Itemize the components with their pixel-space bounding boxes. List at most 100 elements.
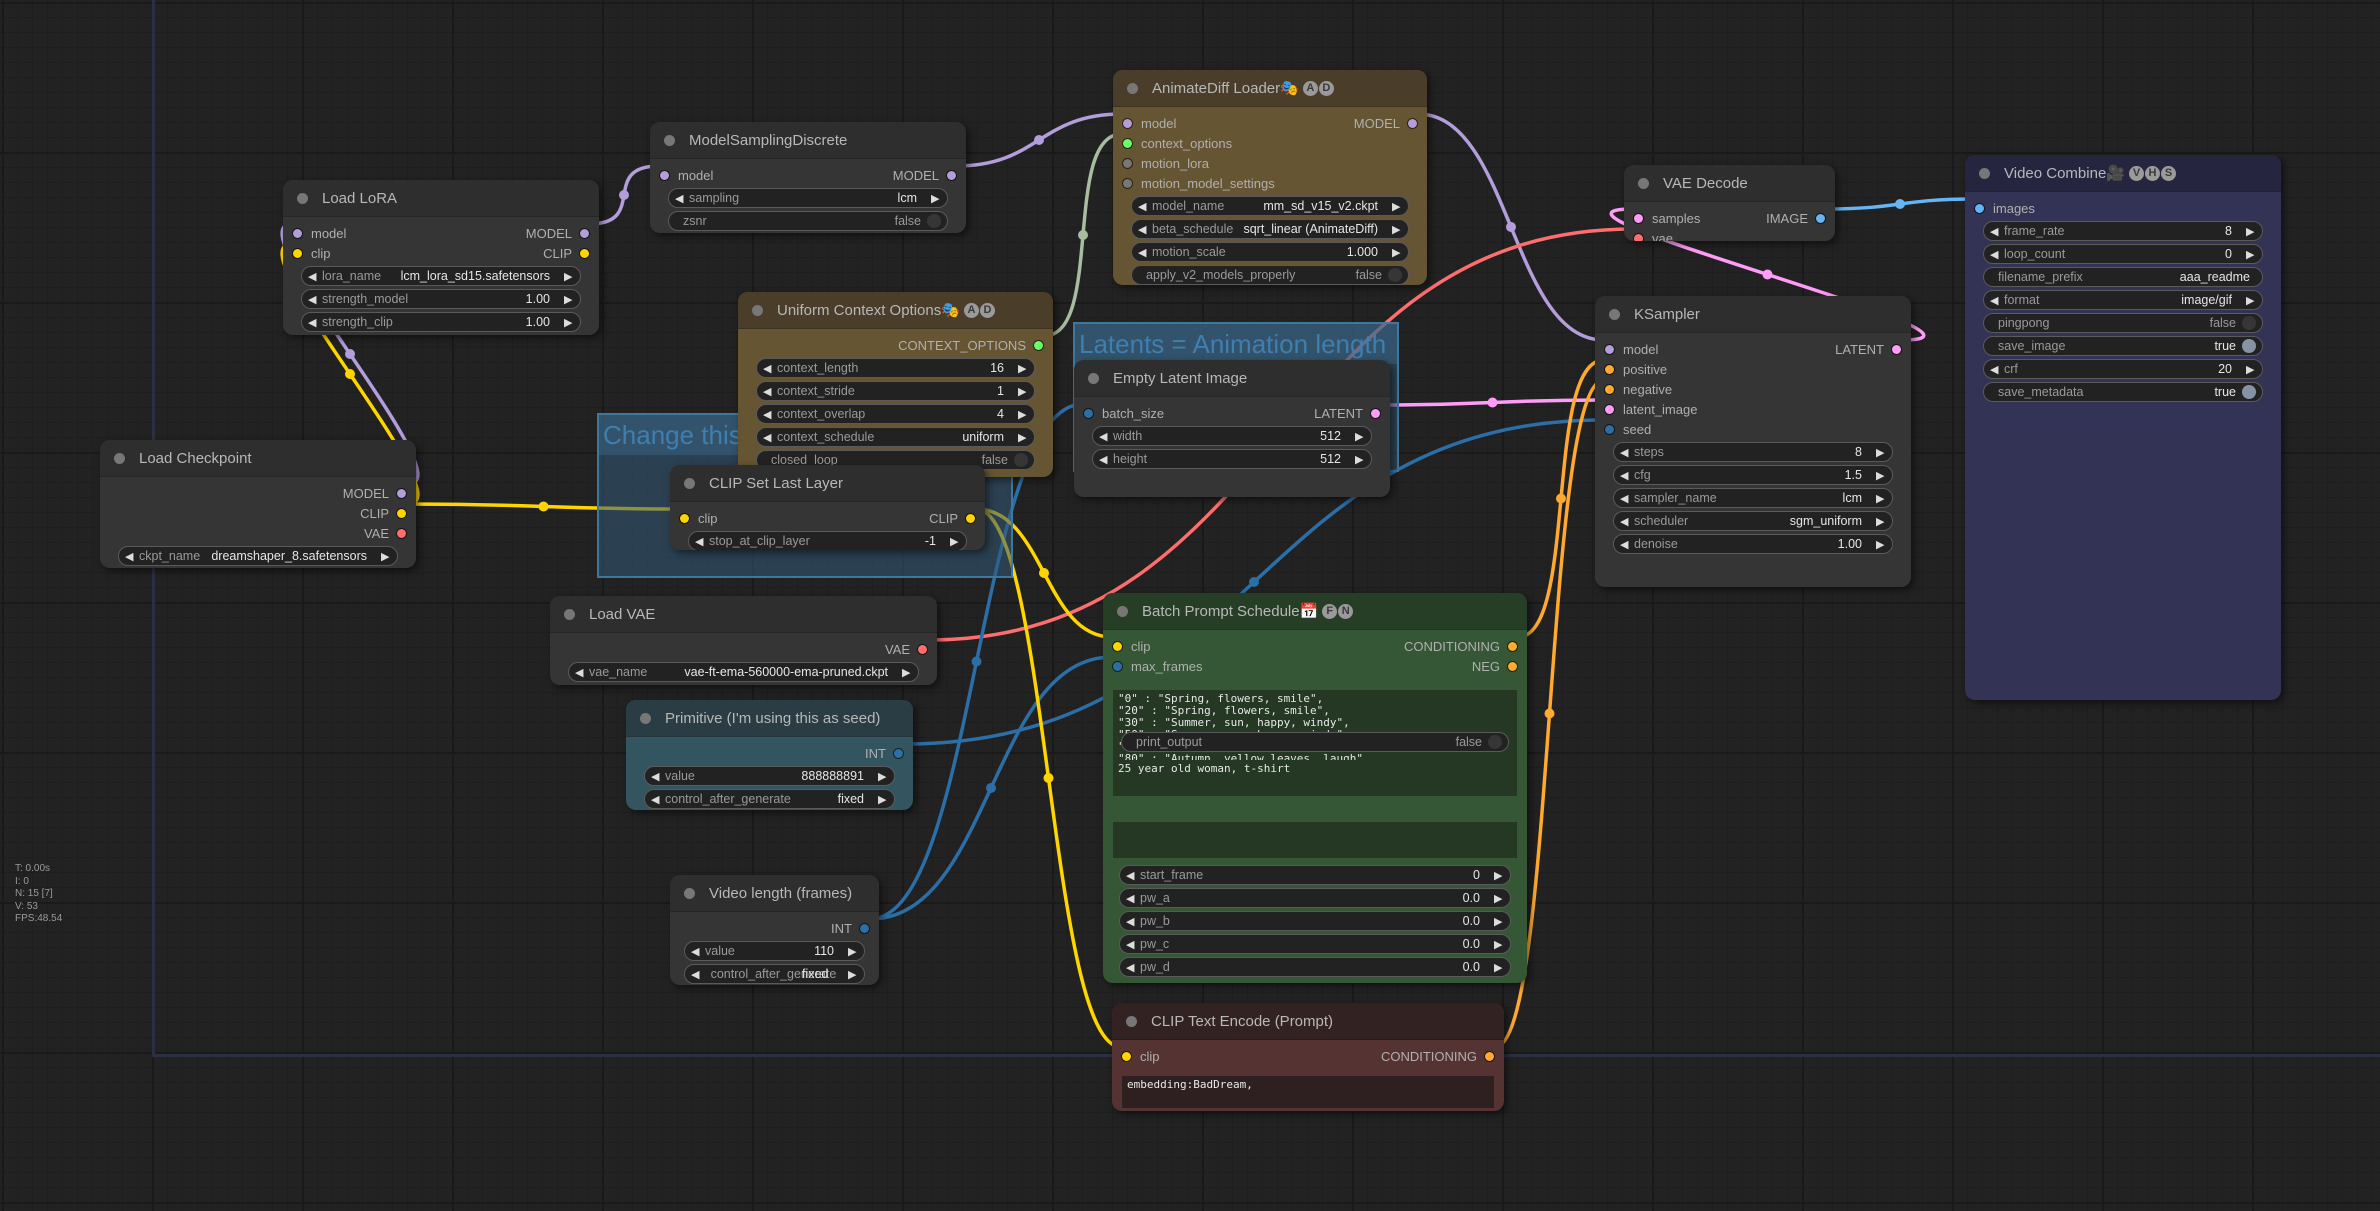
widget-scheduler[interactable]: ◀ scheduler sgm_uniform ▶ bbox=[1613, 511, 1893, 531]
node-title-bar[interactable]: KSampler bbox=[1595, 296, 1911, 333]
widget-filename-prefix[interactable]: filename_prefix aaa_readme bbox=[1983, 267, 2263, 287]
arrow-right-icon[interactable]: ▶ bbox=[902, 666, 912, 679]
arrow-left-icon[interactable]: ◀ bbox=[1620, 515, 1630, 528]
link-latent-to-ksampler[interactable] bbox=[1380, 398, 1605, 407]
arrow-left-icon[interactable]: ◀ bbox=[763, 362, 773, 375]
arrow-left-icon[interactable]: ◀ bbox=[1620, 492, 1630, 505]
output-slot-vae[interactable]: VAE bbox=[885, 642, 927, 657]
link-center-marker[interactable] bbox=[619, 190, 629, 200]
arrow-right-icon[interactable]: ▶ bbox=[2246, 248, 2256, 261]
arrow-right-icon[interactable]: ▶ bbox=[1355, 430, 1365, 443]
arrow-right-icon[interactable]: ▶ bbox=[2246, 363, 2256, 376]
collapse-dot-icon[interactable] bbox=[114, 452, 125, 464]
slot-pin-icon[interactable] bbox=[293, 248, 302, 258]
output-slot-model[interactable]: MODEL bbox=[1354, 116, 1417, 131]
collapse-dot-icon[interactable] bbox=[1638, 177, 1649, 189]
input-slot-samples[interactable]: samples bbox=[1634, 211, 1700, 226]
arrow-right-icon[interactable]: ▶ bbox=[848, 968, 858, 981]
link-center-marker[interactable] bbox=[1506, 222, 1516, 232]
widget-vae-name[interactable]: ◀ vae_name vae-ft-ema-560000-ema-pruned.ck… bbox=[568, 662, 919, 682]
widget-context-schedule[interactable]: ◀ context_schedule uniform ▶ bbox=[756, 427, 1035, 447]
link-animatediff-model-to-ksampler[interactable] bbox=[1417, 112, 1605, 342]
toggle-knob-icon[interactable] bbox=[1488, 735, 1502, 749]
arrow-left-icon[interactable]: ◀ bbox=[1138, 246, 1148, 259]
arrow-right-icon[interactable]: ▶ bbox=[1018, 385, 1028, 398]
widget-stop-at-clip-layer[interactable]: ◀ stop_at_clip_layer -1 ▶ bbox=[688, 531, 967, 550]
link-conditioning-to-positive[interactable] bbox=[1517, 358, 1605, 639]
widget-apply-v2-toggle[interactable]: apply_v2_models_properly false bbox=[1131, 265, 1409, 285]
arrow-left-icon[interactable]: ◀ bbox=[575, 666, 585, 679]
link-center-marker[interactable] bbox=[1487, 397, 1498, 408]
arrow-left-icon[interactable]: ◀ bbox=[1126, 915, 1136, 928]
arrow-right-icon[interactable]: ▶ bbox=[564, 316, 574, 329]
widget-sampler-name[interactable]: ◀ sampler_name lcm ▶ bbox=[1613, 488, 1893, 508]
toggle-knob-icon[interactable] bbox=[1014, 453, 1028, 467]
collapse-dot-icon[interactable] bbox=[297, 192, 308, 204]
arrow-right-icon[interactable]: ▶ bbox=[950, 535, 960, 548]
arrow-right-icon[interactable]: ▶ bbox=[1018, 362, 1028, 375]
widget-frames-value[interactable]: ◀ value 110 ▶ bbox=[684, 941, 865, 961]
output-slot-conditioning[interactable]: CONDITIONING bbox=[1381, 1049, 1494, 1064]
slot-pin-icon[interactable] bbox=[1034, 340, 1043, 350]
link-center-marker[interactable] bbox=[986, 783, 996, 793]
output-slot-model[interactable]: MODEL bbox=[343, 486, 406, 501]
node-clip-text-encode[interactable]: CLIP Text Encode (Prompt) clip CONDITIONI… bbox=[1112, 1003, 1504, 1111]
link-context-options[interactable] bbox=[1043, 132, 1123, 338]
slot-pin-icon[interactable] bbox=[1975, 203, 1984, 213]
link-lora-model-to-msd[interactable] bbox=[588, 164, 660, 226]
widget-strength-model[interactable]: ◀ strength_model 1.00 ▶ bbox=[301, 289, 581, 309]
node-title-bar[interactable]: CLIP Set Last Layer bbox=[670, 465, 985, 502]
widget-frame-rate[interactable]: ◀ frame_rate 8 ▶ bbox=[1983, 221, 2263, 241]
widget-width[interactable]: ◀ width 512 ▶ bbox=[1092, 426, 1372, 446]
arrow-left-icon[interactable]: ◀ bbox=[675, 192, 685, 205]
slot-pin-icon[interactable] bbox=[397, 528, 406, 538]
node-uniform-context-options[interactable]: Uniform Context Options 🎭 A D CONTEXT_OPTIO… bbox=[738, 292, 1053, 477]
input-slot-context-options[interactable]: context_options bbox=[1123, 136, 1232, 151]
widget-save-metadata-toggle[interactable]: save_metadata true bbox=[1983, 382, 2263, 402]
input-slot-max-frames[interactable]: max_frames bbox=[1113, 659, 1203, 674]
arrow-left-icon[interactable]: ◀ bbox=[1099, 453, 1109, 466]
toggle-knob-icon[interactable] bbox=[927, 214, 941, 228]
widget-crf[interactable]: ◀ crf 20 ▶ bbox=[1983, 359, 2263, 379]
link-center-marker[interactable] bbox=[538, 501, 549, 512]
slot-pin-icon[interactable] bbox=[1892, 344, 1901, 354]
slot-pin-icon[interactable] bbox=[1113, 641, 1122, 651]
slot-pin-icon[interactable] bbox=[1113, 661, 1122, 671]
widget-strength-clip[interactable]: ◀ strength_clip 1.00 ▶ bbox=[301, 312, 581, 332]
arrow-left-icon[interactable]: ◀ bbox=[763, 385, 773, 398]
input-slot-clip[interactable]: clip bbox=[293, 246, 331, 261]
widget-context-stride[interactable]: ◀ context_stride 1 ▶ bbox=[756, 381, 1035, 401]
arrow-left-icon[interactable]: ◀ bbox=[1990, 294, 2000, 307]
output-slot-int[interactable]: INT bbox=[831, 921, 869, 936]
toggle-knob-icon[interactable] bbox=[2242, 385, 2256, 399]
collapse-dot-icon[interactable] bbox=[752, 304, 763, 316]
node-title-bar[interactable]: Load LoRA bbox=[283, 180, 599, 217]
arrow-right-icon[interactable]: ▶ bbox=[1876, 538, 1886, 551]
widget-start-frame[interactable]: ◀ start_frame 0 ▶ bbox=[1119, 865, 1511, 885]
slot-pin-icon[interactable] bbox=[1634, 213, 1643, 223]
slot-pin-icon[interactable] bbox=[1605, 344, 1614, 354]
link-center-marker[interactable] bbox=[1895, 199, 1905, 209]
output-slot-int[interactable]: INT bbox=[865, 746, 903, 761]
input-slot-seed[interactable]: seed bbox=[1605, 422, 1651, 437]
arrow-left-icon[interactable]: ◀ bbox=[695, 535, 705, 548]
toggle-knob-icon[interactable] bbox=[1388, 268, 1402, 282]
arrow-right-icon[interactable]: ▶ bbox=[1392, 223, 1402, 236]
slot-pin-icon[interactable] bbox=[860, 923, 869, 933]
prompt-textarea[interactable]: embedding:BadDream, bbox=[1122, 1076, 1494, 1108]
widget-context-overlap[interactable]: ◀ context_overlap 4 ▶ bbox=[756, 404, 1035, 424]
collapse-dot-icon[interactable] bbox=[1117, 605, 1128, 617]
link-center-marker[interactable] bbox=[345, 349, 355, 359]
link-msd-model-to-animatediff[interactable] bbox=[955, 112, 1123, 168]
arrow-right-icon[interactable]: ▶ bbox=[1392, 246, 1402, 259]
node-title-bar[interactable]: Load VAE bbox=[550, 596, 937, 633]
slot-pin-icon[interactable] bbox=[1605, 404, 1614, 414]
link-center-marker[interactable] bbox=[1078, 230, 1088, 240]
widget-ckpt-name[interactable]: ◀ ckpt_name dreamshaper_8.safetensors ▶ bbox=[118, 546, 398, 566]
widget-control-after-generate[interactable]: ◀ control_after_generate fixed ▶ bbox=[644, 789, 895, 809]
arrow-left-icon[interactable]: ◀ bbox=[651, 793, 661, 806]
node-load-vae[interactable]: Load VAE VAE ◀ vae_name vae-ft-ema-560000-… bbox=[550, 596, 937, 685]
slot-pin-icon[interactable] bbox=[1123, 118, 1132, 128]
arrow-left-icon[interactable]: ◀ bbox=[1126, 938, 1136, 951]
slot-pin-icon[interactable] bbox=[293, 228, 302, 238]
